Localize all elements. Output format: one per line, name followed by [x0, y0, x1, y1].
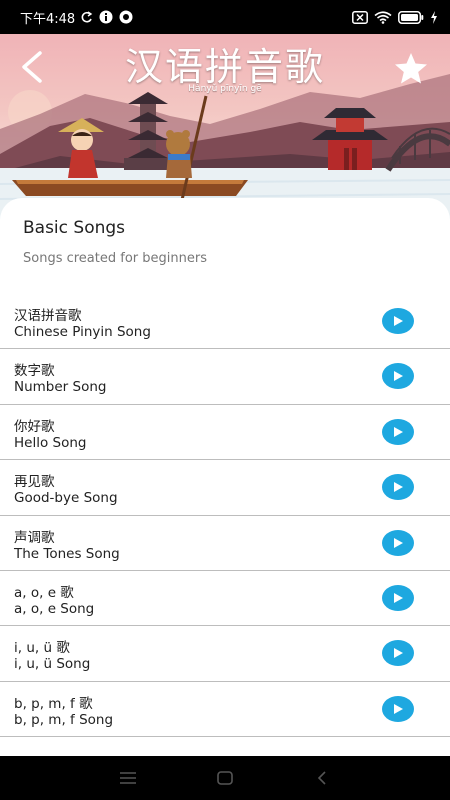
favorite-button[interactable]	[392, 50, 430, 88]
play-icon	[394, 648, 403, 659]
section-title: Basic Songs	[23, 218, 126, 238]
song-title-english: Hello Song	[14, 434, 87, 451]
charging-icon	[430, 10, 438, 24]
song-row[interactable]: b, p, m, f 歌 b, p, m, f Song	[0, 682, 450, 738]
play-button[interactable]	[382, 308, 414, 334]
status-time: 下午4:48	[20, 11, 76, 27]
play-button[interactable]	[382, 363, 414, 390]
play-button[interactable]	[382, 695, 414, 722]
wifi-icon	[374, 10, 392, 24]
song-title-english: Chinese Pinyin Song	[14, 324, 151, 340]
menu-icon	[120, 772, 137, 784]
play-icon	[394, 482, 403, 493]
song-title-chinese: 声调歌	[14, 529, 55, 546]
song-row[interactable]: 汉语拼音歌 Chinese Pinyin Song	[0, 294, 450, 350]
sim-off-icon	[352, 10, 368, 24]
play-icon	[394, 592, 403, 603]
play-button[interactable]	[382, 474, 414, 501]
song-list: 汉语拼音歌 Chinese Pinyin Song 数字歌 Number Song 你好…	[0, 294, 450, 738]
song-title-chinese: a, o, e 歌	[14, 584, 74, 601]
song-row[interactable]: 再见歌 Good-bye Song	[0, 460, 450, 516]
page-subtitle-pinyin: Hànyǔ pīnyīn gē	[188, 84, 262, 94]
page-title: 汉语拼音歌	[124, 45, 325, 89]
status-right	[352, 10, 438, 24]
song-row[interactable]: 你好歌 Hello Song	[0, 405, 450, 461]
status-left: 下午4:48	[20, 8, 133, 27]
sync-icon	[81, 10, 93, 24]
play-button[interactable]	[382, 418, 414, 445]
song-title-chinese: 数字歌	[14, 363, 55, 380]
star-icon	[395, 53, 427, 84]
play-button[interactable]	[382, 584, 414, 611]
system-nav-bar	[0, 756, 450, 800]
song-title-english: The Tones Song	[14, 545, 120, 562]
song-title-chinese: b, p, m, f 歌	[14, 695, 93, 712]
nav-back-button[interactable]	[312, 768, 332, 788]
chevron-left-icon	[22, 51, 42, 83]
song-title-chinese: 再见歌	[14, 474, 55, 491]
play-icon	[394, 537, 403, 548]
play-icon	[394, 371, 403, 382]
song-title-english: i, u, ü Song	[14, 656, 91, 673]
status-bar: 下午4:48	[0, 0, 450, 34]
back-icon	[317, 771, 326, 785]
song-row[interactable]: 数字歌 Number Song	[0, 349, 450, 405]
song-title-english: Number Song	[14, 379, 107, 396]
info-icon	[99, 10, 113, 24]
play-icon	[394, 703, 403, 714]
song-row[interactable]: 声调歌 The Tones Song	[0, 516, 450, 571]
play-icon	[394, 426, 403, 437]
bear-figure	[166, 130, 192, 178]
home-button[interactable]	[215, 768, 235, 788]
songs-card: Basic Songs Songs created for beginners …	[0, 198, 450, 756]
play-button[interactable]	[382, 529, 414, 556]
song-title-chinese: 你好歌	[14, 418, 55, 435]
play-icon	[394, 316, 403, 326]
song-title-english: a, o, e Song	[14, 600, 95, 617]
song-title-chinese: 汉语拼音歌	[14, 308, 82, 324]
song-title-english: Good-bye Song	[14, 490, 118, 507]
record-icon	[119, 10, 133, 24]
back-button[interactable]	[16, 48, 50, 86]
play-button[interactable]	[382, 640, 414, 667]
header-banner: 汉语拼音歌 Hànyǔ pīnyīn gē	[0, 34, 450, 220]
song-row[interactable]: i, u, ü 歌 i, u, ü Song	[0, 626, 450, 682]
song-row[interactable]: a, o, e 歌 a, o, e Song	[0, 571, 450, 627]
menu-button[interactable]	[118, 768, 138, 788]
section-subtitle: Songs created for beginners	[23, 251, 207, 266]
battery-icon	[398, 10, 424, 24]
home-icon	[217, 771, 233, 785]
song-title-english: b, p, m, f Song	[14, 711, 114, 728]
song-title-chinese: i, u, ü 歌	[14, 640, 70, 657]
